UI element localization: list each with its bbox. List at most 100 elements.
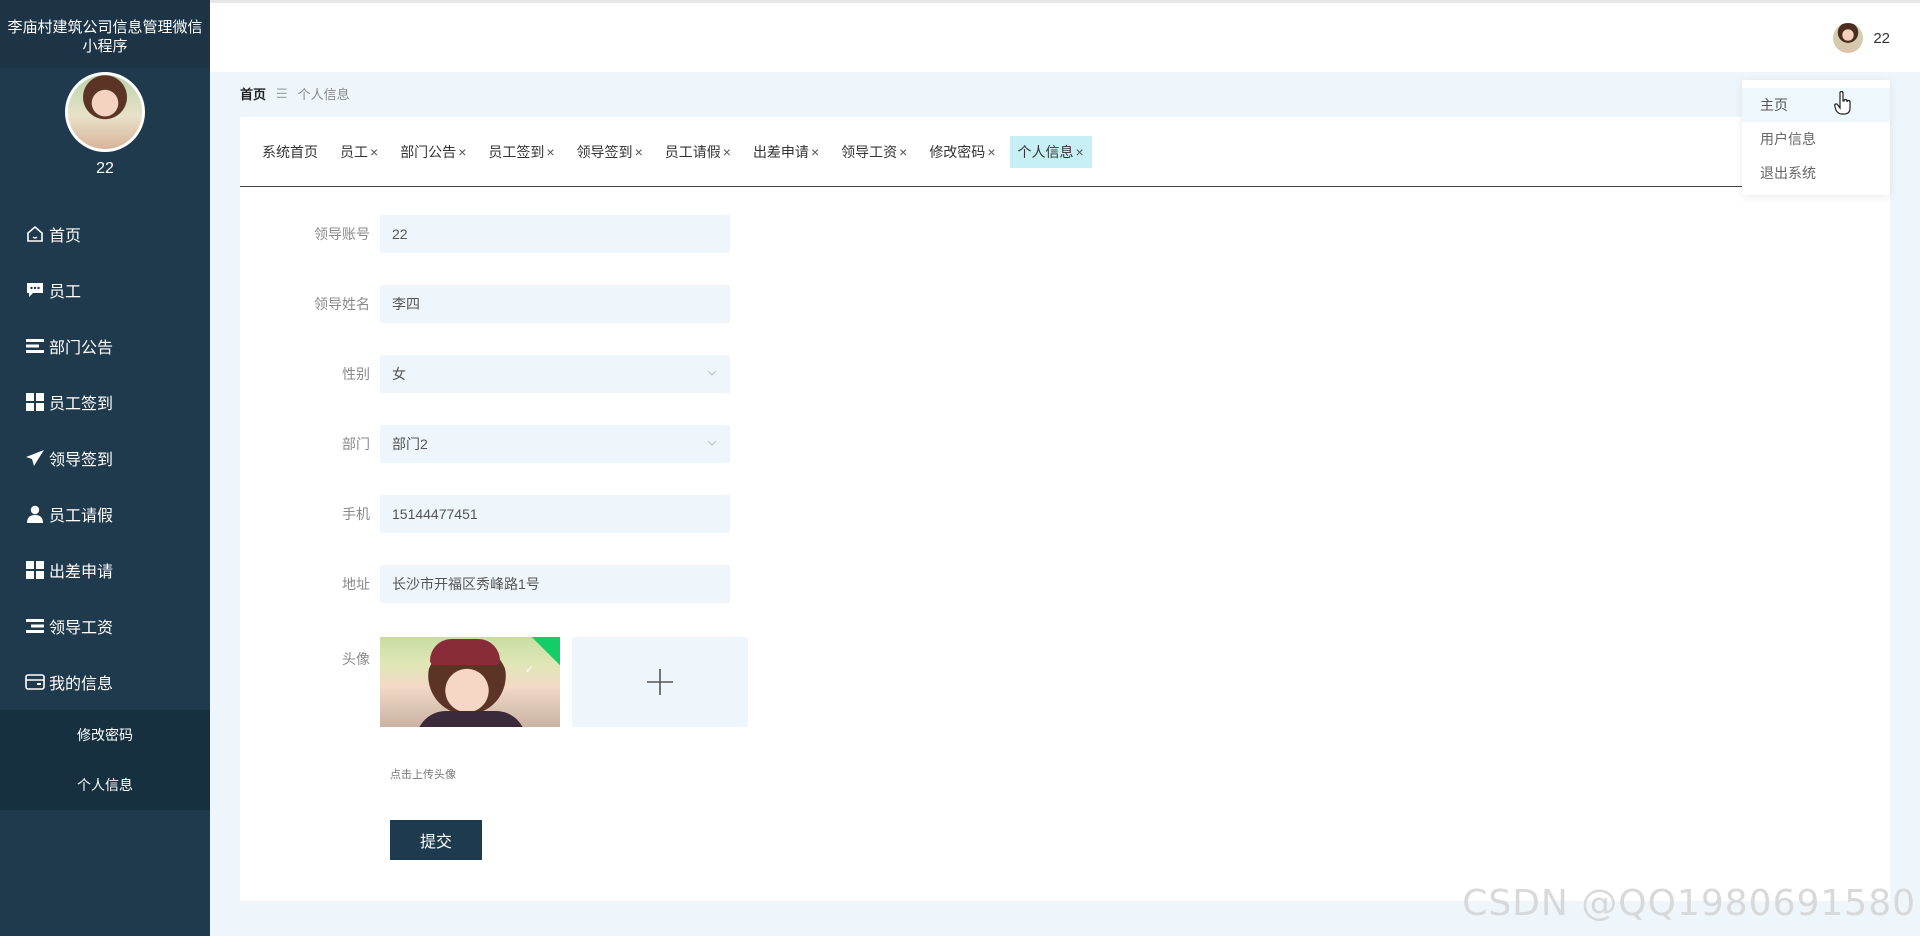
chevron-down-icon bbox=[707, 440, 717, 446]
dropdown-item-logout[interactable]: 退出系统 bbox=[1742, 156, 1890, 190]
upload-avatar-button[interactable] bbox=[572, 637, 748, 727]
grid-icon bbox=[24, 559, 46, 581]
avatar[interactable] bbox=[1833, 23, 1864, 53]
gender-label: 性别 bbox=[342, 366, 370, 382]
send-icon bbox=[24, 447, 46, 469]
address-field[interactable]: 长沙市开福区秀峰路1号 bbox=[380, 565, 730, 603]
close-icon[interactable]: × bbox=[635, 144, 643, 160]
top-username[interactable]: 22 bbox=[1873, 30, 1890, 47]
user-menu-trigger[interactable]: 22 bbox=[1833, 23, 1890, 53]
tab-leader-salary[interactable]: 领导工资 × bbox=[833, 136, 915, 168]
sidebar-item-label: 出差申请 bbox=[49, 564, 114, 581]
user-dropdown-menu: 主页 用户信息 退出系统 bbox=[1742, 80, 1890, 195]
tab-dept-notice[interactable]: 部门公告 × bbox=[392, 136, 474, 168]
upload-hint: 点击上传头像 bbox=[390, 769, 456, 781]
sidebar-item-employee[interactable]: 员工 bbox=[0, 262, 210, 318]
dropdown-item-home[interactable]: 主页 bbox=[1742, 88, 1890, 122]
sidebar-item-leader-checkin[interactable]: 领导签到 bbox=[0, 430, 210, 486]
dept-select[interactable]: 部门2 bbox=[380, 425, 730, 463]
grid-icon bbox=[24, 391, 46, 413]
sidebar-profile: 22 bbox=[0, 68, 210, 178]
tab-leader-checkin[interactable]: 领导签到 × bbox=[569, 136, 651, 168]
my-info-submenu: 修改密码 个人信息 bbox=[0, 710, 210, 810]
tab-employee-leave[interactable]: 员工请假 × bbox=[657, 136, 739, 168]
tab-label: 部门公告 bbox=[400, 143, 457, 160]
sidebar-item-label: 部门公告 bbox=[49, 340, 114, 357]
tab-employee[interactable]: 员工 × bbox=[332, 136, 386, 168]
check-icon: ✓ bbox=[524, 664, 534, 676]
close-icon[interactable]: × bbox=[723, 144, 731, 160]
close-icon[interactable]: × bbox=[370, 144, 378, 160]
tab-business-trip[interactable]: 出差申请 × bbox=[745, 136, 827, 168]
form-row-phone: 手机 15144477451 bbox=[240, 495, 730, 533]
form-row-dept: 部门 部门2 bbox=[240, 425, 730, 463]
close-icon[interactable]: × bbox=[1076, 144, 1084, 160]
submenu-item-change-password[interactable]: 修改密码 bbox=[0, 710, 210, 760]
sidebar-item-my-info[interactable]: 我的信息 bbox=[0, 654, 210, 710]
sidebar-item-label: 员工签到 bbox=[49, 396, 114, 413]
avatar bbox=[65, 72, 145, 152]
sidebar-item-label: 首页 bbox=[49, 228, 82, 245]
breadcrumb-home[interactable]: 首页 bbox=[240, 84, 266, 103]
sidebar-item-home[interactable]: 首页 bbox=[0, 206, 210, 262]
submit-button[interactable]: 提交 bbox=[390, 820, 482, 860]
tab-label: 领导签到 bbox=[576, 143, 633, 160]
tab-label: 修改密码 bbox=[929, 143, 986, 160]
dropdown-item-user-info[interactable]: 用户信息 bbox=[1742, 122, 1890, 156]
close-icon[interactable]: × bbox=[987, 144, 995, 160]
sidebar-item-leader-salary[interactable]: 领导工资 bbox=[0, 598, 210, 654]
wallet-icon bbox=[24, 671, 46, 693]
upload-success-badge bbox=[531, 637, 560, 666]
sidebar-item-label: 领导工资 bbox=[49, 620, 114, 637]
gender-select[interactable]: 女 bbox=[380, 355, 730, 393]
chat-icon bbox=[24, 279, 46, 301]
breadcrumb-current: 个人信息 bbox=[297, 87, 350, 102]
tab-system-home[interactable]: 系统首页 bbox=[254, 136, 326, 168]
content-card: 系统首页 员工 × 部门公告 × 员工签到 × 领导签到 × 员工请假 × 出差申请 × 领… bbox=[240, 117, 1890, 901]
avatar-preview[interactable]: ✓ bbox=[380, 637, 560, 727]
breadcrumb: 首页 ☰ 个人信息 bbox=[240, 84, 350, 103]
close-icon[interactable]: × bbox=[899, 144, 907, 160]
close-icon[interactable]: × bbox=[811, 144, 819, 160]
tab-personal-info[interactable]: 个人信息 × bbox=[1009, 135, 1092, 168]
avatar-label: 头像 bbox=[342, 651, 370, 667]
list-icon bbox=[24, 335, 46, 357]
sidebar-item-employee-leave[interactable]: 员工请假 bbox=[0, 486, 210, 542]
tab-change-password[interactable]: 修改密码 × bbox=[921, 136, 1003, 168]
sidebar-item-label: 员工请假 bbox=[49, 508, 114, 525]
submenu-item-personal-info[interactable]: 个人信息 bbox=[0, 760, 210, 810]
tab-label: 系统首页 bbox=[262, 143, 318, 160]
form-row-account: 领导账号 22 bbox=[240, 215, 730, 253]
sidebar-item-employee-checkin[interactable]: 员工签到 bbox=[0, 374, 210, 430]
phone-label: 手机 bbox=[342, 506, 370, 522]
tab-label: 员工签到 bbox=[488, 143, 545, 160]
dept-label: 部门 bbox=[342, 436, 370, 452]
tab-employee-checkin[interactable]: 员工签到 × bbox=[480, 136, 562, 168]
sidebar-item-label: 我的信息 bbox=[49, 676, 114, 693]
watermark: CSDN @QQ1980691580 bbox=[1462, 883, 1916, 924]
dept-select-value: 部门2 bbox=[392, 436, 428, 452]
hand-cursor-icon bbox=[1834, 90, 1852, 120]
form-row-gender: 性别 女 bbox=[240, 355, 730, 393]
user-icon bbox=[24, 503, 46, 525]
account-field[interactable]: 22 bbox=[380, 215, 730, 253]
sidebar: 李庙村建筑公司信息管理微信小程序 22 首页 员工 部门公告 员工签到 领导签到… bbox=[0, 0, 210, 936]
tab-label: 领导工资 bbox=[841, 143, 898, 160]
sidebar-item-dept-notice[interactable]: 部门公告 bbox=[0, 318, 210, 374]
close-icon[interactable]: × bbox=[458, 144, 466, 160]
chevron-down-icon bbox=[707, 370, 717, 376]
app-title: 李庙村建筑公司信息管理微信小程序 bbox=[0, 0, 210, 68]
plus-icon bbox=[647, 669, 673, 695]
avatar-photo-hat bbox=[430, 639, 500, 665]
tab-label: 个人信息 bbox=[1017, 143, 1074, 160]
close-icon[interactable]: × bbox=[546, 144, 554, 160]
phone-field[interactable]: 15144477451 bbox=[380, 495, 730, 533]
list-icon bbox=[24, 615, 46, 637]
form-row-name: 领导姓名 李四 bbox=[240, 285, 730, 323]
name-field[interactable]: 李四 bbox=[380, 285, 730, 323]
form-row-avatar: 头像 ✓ bbox=[240, 637, 748, 727]
tab-label: 员工 bbox=[340, 143, 368, 160]
sidebar-item-label: 员工 bbox=[49, 284, 82, 301]
sidebar-item-label: 领导签到 bbox=[49, 452, 114, 469]
sidebar-item-business-trip[interactable]: 出差申请 bbox=[0, 542, 210, 598]
